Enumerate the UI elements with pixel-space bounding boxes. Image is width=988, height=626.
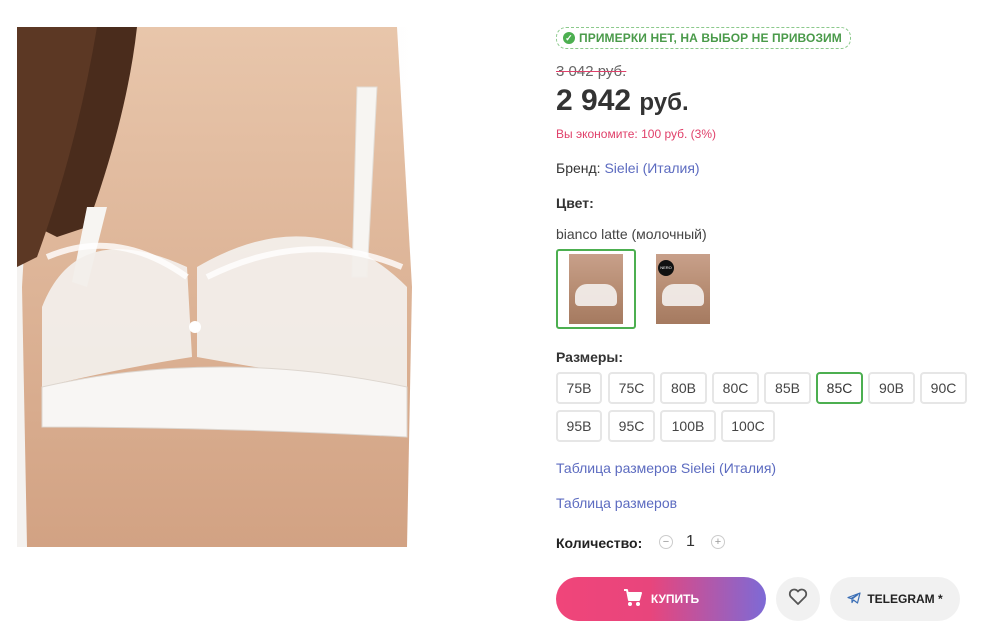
no-fitting-badge: ✓ ПРИМЕРКИ НЕТ, НА ВЫБОР НЕ ПРИВОЗИМ	[556, 27, 851, 49]
telegram-label: TELEGRAM *	[867, 592, 943, 606]
buy-label: КУПИТЬ	[650, 592, 700, 606]
size-95b[interactable]: 95B	[556, 410, 602, 442]
size-90c[interactable]: 90C	[920, 372, 967, 404]
price-currency: руб.	[639, 89, 689, 116]
brand-label: Бренд:	[556, 160, 601, 176]
color-title: Цвет:	[556, 195, 594, 211]
size-80c[interactable]: 80C	[712, 372, 759, 404]
badge-text: ПРИМЕРКИ НЕТ, НА ВЫБОР НЕ ПРИВОЗИМ	[579, 31, 842, 45]
favorite-button[interactable]	[776, 577, 820, 621]
size-80b[interactable]: 80B	[660, 372, 707, 404]
quantity-label: Количество:	[556, 535, 643, 551]
quantity-minus-button[interactable]: −	[659, 535, 673, 549]
check-circle-icon: ✓	[563, 32, 575, 44]
nero-tag: NERO	[658, 260, 674, 276]
size-85b[interactable]: 85B	[764, 372, 811, 404]
size-75b[interactable]: 75B	[556, 372, 602, 404]
economy-text: Вы экономите: 100 руб. (3%)	[556, 127, 717, 141]
size-100c[interactable]: 100C	[721, 410, 775, 442]
size-90b[interactable]: 90B	[868, 372, 915, 404]
brand-link[interactable]: Sielei (Италия)	[604, 160, 699, 176]
color-swatch-bianco[interactable]	[556, 249, 636, 329]
swatch-thumbnail: NERO	[656, 254, 710, 324]
product-image[interactable]	[17, 27, 417, 547]
price-amount: 2 942	[556, 84, 632, 117]
color-swatch-nero[interactable]: NERO	[643, 249, 723, 329]
brand-row: Бренд: Sielei (Италия)	[556, 160, 700, 176]
quantity-value[interactable]: 1	[686, 533, 695, 551]
size-100b[interactable]: 100B	[660, 410, 716, 442]
heart-icon	[788, 588, 808, 611]
swatch-thumbnail	[569, 254, 623, 324]
brand-size-table-link[interactable]: Таблица размеров Sielei (Италия)	[556, 460, 776, 476]
telegram-button[interactable]: TELEGRAM *	[830, 577, 960, 621]
cart-icon	[623, 588, 643, 610]
color-name: bianco latte (молочный)	[556, 226, 707, 242]
size-85c[interactable]: 85C	[816, 372, 863, 404]
buy-button[interactable]: КУПИТЬ	[556, 577, 766, 621]
size-75c[interactable]: 75C	[608, 372, 655, 404]
old-price: 3 042 руб.	[556, 63, 627, 80]
telegram-icon	[847, 591, 861, 607]
quantity-plus-button[interactable]: +	[711, 535, 725, 549]
sizes-title: Размеры:	[556, 349, 624, 365]
size-95c[interactable]: 95C	[608, 410, 655, 442]
size-table-link[interactable]: Таблица размеров	[556, 495, 677, 511]
current-price: 2 942 руб.	[556, 84, 689, 118]
